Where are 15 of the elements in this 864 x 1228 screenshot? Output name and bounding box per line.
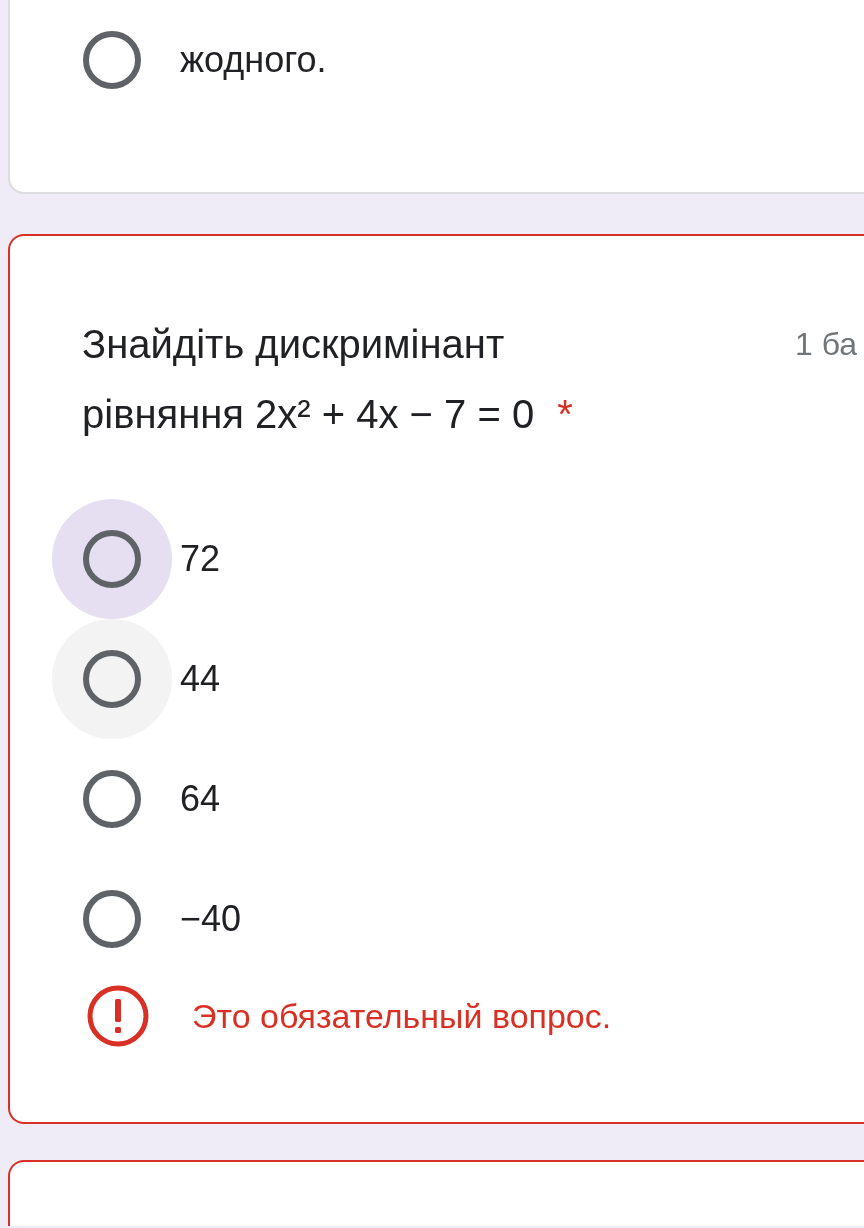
option-label: 72 bbox=[180, 537, 221, 581]
radio-button[interactable] bbox=[83, 31, 141, 89]
option-label: 44 bbox=[180, 657, 221, 701]
question-title: Знайдіть дискримінант рівняння 2x² + 4x − 7 = 0 bbox=[82, 322, 536, 436]
radio-button[interactable] bbox=[83, 530, 141, 588]
radio-button[interactable] bbox=[83, 890, 141, 948]
points-label: 1 ба bbox=[795, 325, 858, 364]
error-message: Это обязательный вопрос. bbox=[192, 995, 612, 1037]
error-icon bbox=[86, 984, 150, 1048]
required-mark: * bbox=[557, 392, 573, 436]
option-label: 64 bbox=[180, 777, 221, 821]
radio-button[interactable] bbox=[83, 650, 141, 708]
option-label: жодного. bbox=[180, 38, 327, 82]
option-label: −40 bbox=[180, 897, 242, 941]
radio-button[interactable] bbox=[83, 770, 141, 828]
